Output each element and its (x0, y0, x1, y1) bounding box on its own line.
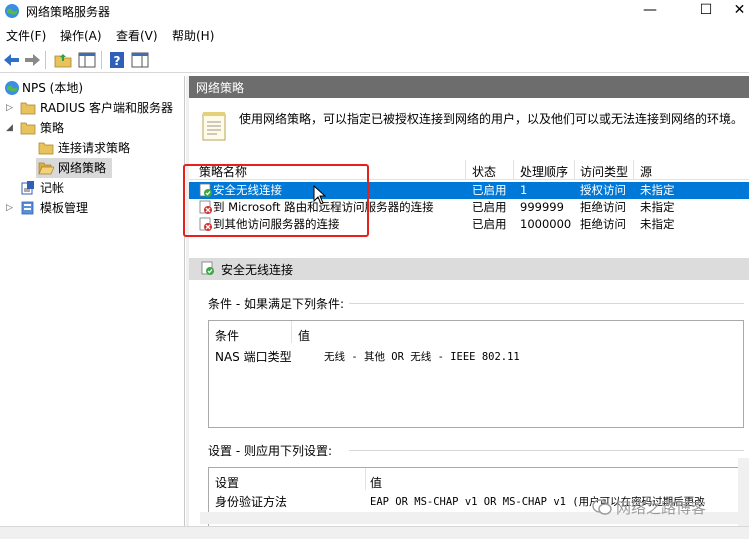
menu-view[interactable]: 查看(V) (116, 27, 158, 44)
tree-item-radius[interactable]: ▷ RADIUS 客户端和服务器 (0, 98, 185, 118)
tree-item-policies[interactable]: ◢ 策略 (0, 118, 185, 138)
tree-item-templates[interactable]: ▷ 模板管理 (0, 198, 185, 218)
main-pane: 网络策略 使用网络策略，可以指定已被授权连接到网络的用户，以及他们可以或无法连接… (189, 76, 749, 527)
tree-label: 网络策略 (58, 161, 107, 175)
tree-label: RADIUS 客户端和服务器 (40, 101, 174, 115)
expand-arrow-icon[interactable]: ▷ (6, 98, 16, 118)
folder-icon (20, 122, 36, 135)
open-folder-icon (38, 162, 54, 175)
settings-col-value[interactable]: 值 (370, 474, 382, 491)
nps-window: 网络策略服务器 — ☐ ✕ 文件(F) 操作(A) 查看(V) 帮助(H) ? … (0, 0, 749, 539)
close-button[interactable]: ✕ (730, 0, 749, 22)
policy-order: 1000000 (520, 217, 572, 231)
policy-status: 已启用 (472, 200, 507, 214)
policy-access: 授权访问 (580, 183, 626, 197)
setting-name: 身份验证方法 (215, 495, 288, 509)
status-bar (0, 526, 749, 539)
watermark-text: 网络之路博客 (616, 499, 707, 517)
menu-bar: 文件(F) 操作(A) 查看(V) 帮助(H) (0, 24, 749, 46)
separator-line (349, 450, 744, 451)
templates-icon (21, 201, 34, 215)
column-divider[interactable] (291, 321, 292, 343)
tree-label: 连接请求策略 (58, 141, 131, 155)
policy-access: 拒绝访问 (580, 217, 626, 231)
vertical-scrollbar[interactable] (738, 458, 749, 526)
conditions-table: 条件 值 NAS 端口类型 无线 - 其他 OR 无线 - IEEE 802.1… (208, 320, 744, 428)
tree-item-connection-request-policies[interactable]: 连接请求策略 (0, 138, 185, 158)
notepad-icon (202, 112, 226, 141)
pane-header: 网络策略 (189, 76, 749, 98)
toolbar: ? (0, 47, 749, 73)
wechat-icon (592, 499, 612, 515)
column-header-status[interactable]: 状态 (472, 163, 496, 180)
svg-text:?: ? (114, 54, 121, 68)
settings-label: 设置 - 则应用下列设置: (208, 444, 333, 458)
policy-status: 已启用 (472, 217, 507, 231)
toolbar-separator (45, 51, 46, 69)
toolbar-separator (101, 51, 102, 69)
help-icon[interactable]: ? (107, 50, 127, 70)
policy-access: 拒绝访问 (580, 200, 626, 214)
detail-section-header: 安全无线连接 (189, 258, 749, 280)
nps-app-icon (5, 4, 19, 18)
policy-source: 未指定 (640, 183, 675, 197)
minimize-button[interactable]: — (630, 0, 670, 22)
expand-arrow-icon[interactable]: ▷ (6, 198, 16, 218)
detail-title: 安全无线连接 (221, 263, 294, 277)
policy-source: 未指定 (640, 217, 675, 231)
column-divider[interactable] (574, 160, 575, 180)
tree-item-accounting[interactable]: 记帐 (0, 178, 185, 198)
up-folder-icon[interactable] (53, 50, 73, 70)
title-bar: 网络策略服务器 — ☐ ✕ (0, 0, 749, 22)
condition-name: NAS 端口类型 (215, 350, 292, 364)
policy-order: 999999 (520, 200, 564, 214)
tree-item-nps-local[interactable]: NPS (本地) (0, 78, 185, 98)
folder-icon (38, 142, 54, 155)
mouse-cursor-icon (313, 185, 327, 205)
tree-item-network-policies[interactable]: 网络策略 (36, 158, 112, 178)
policy-source: 未指定 (640, 200, 675, 214)
tree-label: NPS (本地) (22, 81, 84, 95)
column-divider[interactable] (513, 160, 514, 180)
column-header-source[interactable]: 源 (640, 163, 652, 180)
column-divider[interactable] (633, 160, 634, 180)
maximize-button[interactable]: ☐ (686, 0, 726, 22)
pane-header-title: 网络策略 (196, 81, 245, 95)
tree-label: 记帐 (40, 181, 65, 195)
settings-col-setting[interactable]: 设置 (215, 474, 239, 491)
column-header-access-type[interactable]: 访问类型 (580, 163, 628, 180)
tree-label: 模板管理 (40, 201, 89, 215)
separator-line (349, 303, 744, 304)
conditions-col-condition[interactable]: 条件 (215, 327, 239, 344)
menu-help[interactable]: 帮助(H) (172, 27, 214, 44)
column-header-processing-order[interactable]: 处理顺序 (520, 163, 568, 180)
policy-status: 已启用 (472, 183, 507, 197)
nps-globe-icon (5, 81, 19, 95)
tree-label: 策略 (40, 121, 65, 135)
conditions-col-value[interactable]: 值 (298, 327, 310, 344)
condition-value: 无线 - 其他 OR 无线 - IEEE 802.11 (324, 351, 520, 363)
column-divider[interactable] (365, 468, 366, 490)
column-divider[interactable] (465, 160, 466, 180)
policy-order: 1 (520, 183, 528, 197)
annotation-highlight-box (183, 164, 369, 237)
folder-icon (20, 102, 36, 115)
collapse-arrow-icon[interactable]: ◢ (6, 118, 16, 138)
intro-description: 使用网络策略，可以指定已被授权连接到网络的用户，以及他们可以或无法连接到网络的环… (239, 112, 744, 126)
forward-arrow-icon[interactable] (22, 50, 42, 70)
navigation-tree: NPS (本地) ▷ RADIUS 客户端和服务器 ◢ 策略 连接请求策略 网络… (0, 76, 185, 526)
menu-action[interactable]: 操作(A) (60, 27, 102, 44)
menu-file[interactable]: 文件(F) (6, 27, 46, 44)
allow-policy-icon (201, 261, 214, 275)
conditions-label: 条件 - 如果满足下列条件: (208, 297, 345, 311)
window-title: 网络策略服务器 (26, 5, 111, 19)
back-arrow-icon[interactable] (2, 50, 22, 70)
accounting-icon (21, 181, 34, 195)
show-hide-tree-icon[interactable] (77, 50, 97, 70)
properties-pane-icon[interactable] (130, 50, 150, 70)
